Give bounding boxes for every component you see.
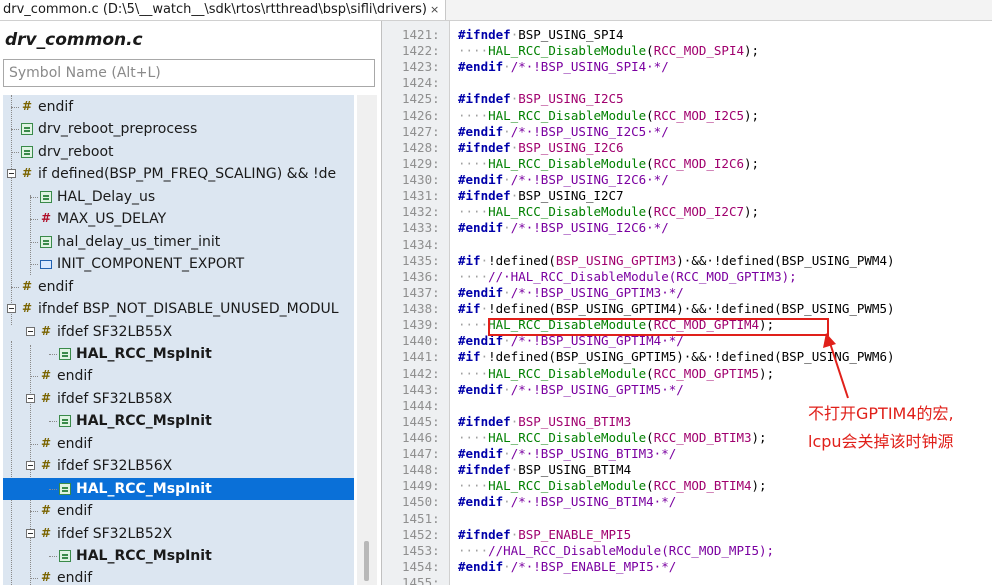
annotation-line-2: lcpu会关掉该时钟源 [808, 432, 954, 451]
annotation-arrow [823, 333, 849, 399]
annotation-line-1: 不打开GPTIM4的宏, [808, 404, 954, 423]
